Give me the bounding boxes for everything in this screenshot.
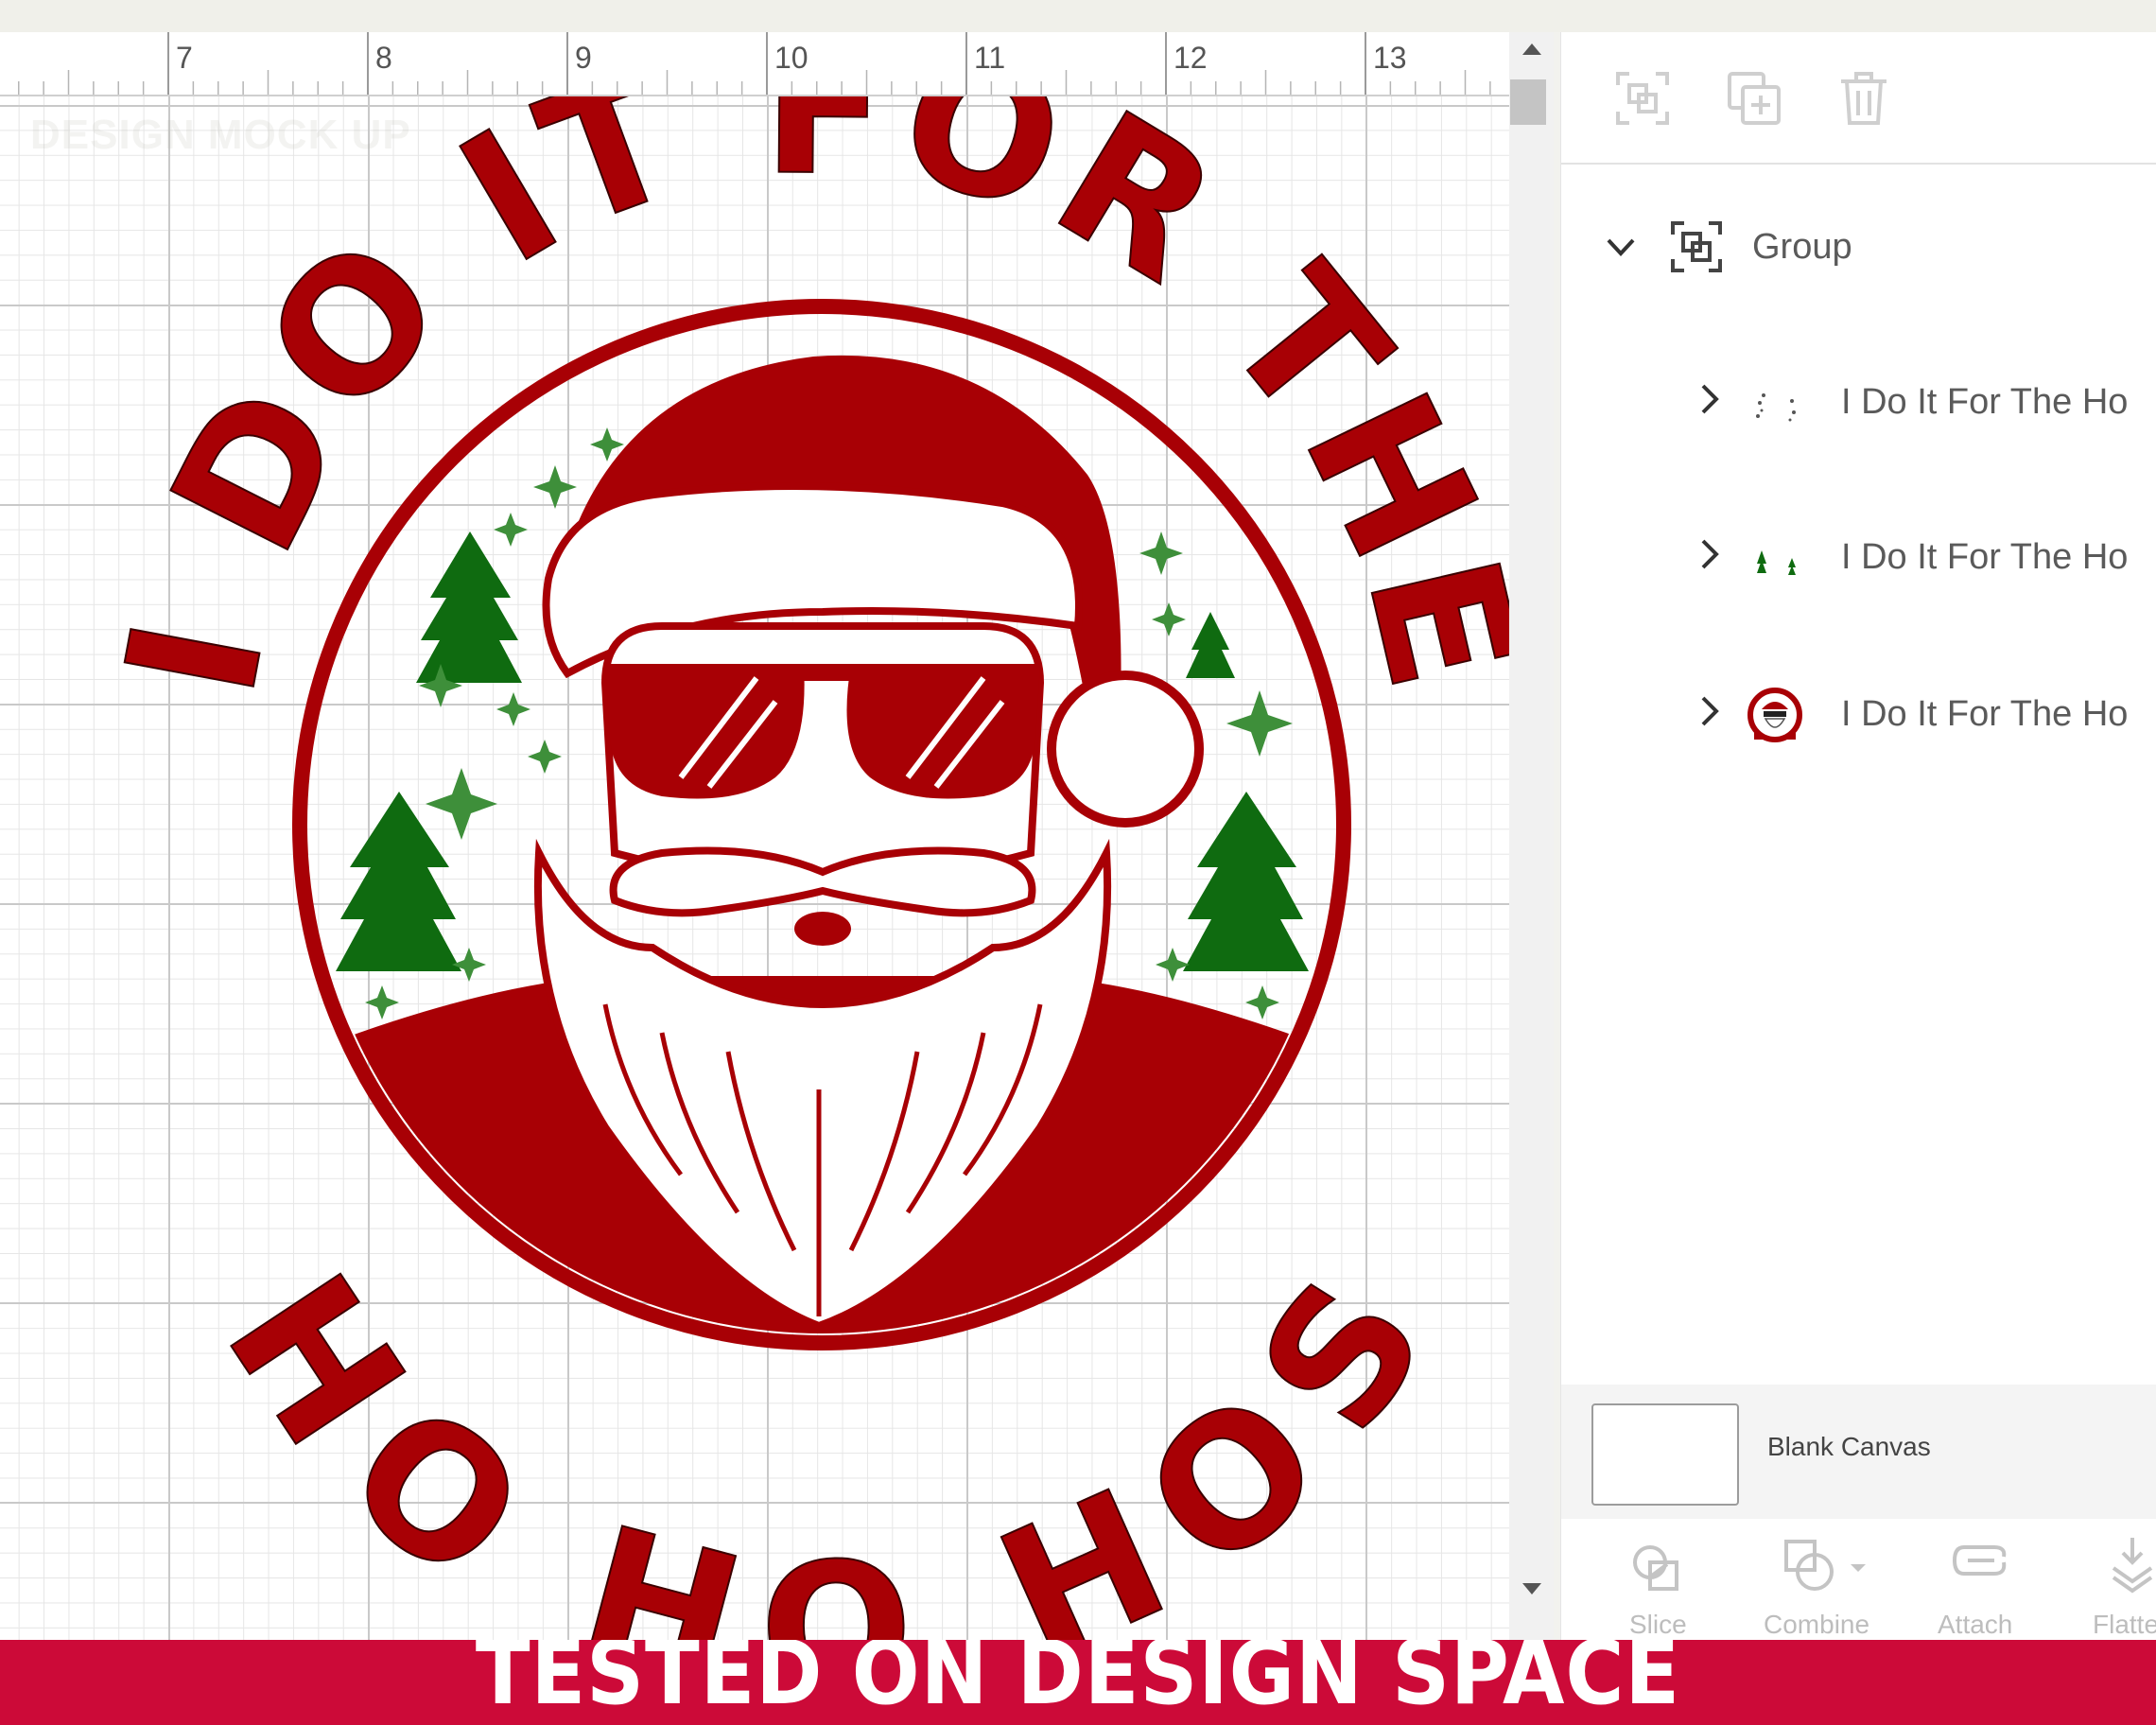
ruler-number-8: 8 — [375, 41, 392, 75]
group-label[interactable]: Group — [1752, 227, 1852, 268]
flatten-label[interactable]: Flatte — [2093, 1610, 2156, 1640]
slice-label[interactable]: Slice — [1629, 1610, 1687, 1640]
ruler-number-11: 11 — [974, 41, 1005, 75]
chevron-down-icon[interactable] — [1605, 236, 1637, 259]
santa-mouth — [794, 912, 851, 946]
design-canvas[interactable]: 7 8 9 10 11 12 13 DESIGN MOCK UP I DO IT… — [0, 32, 1554, 1640]
vertical-scrollbar[interactable] — [1509, 32, 1554, 1640]
hat-pompom — [1047, 671, 1204, 828]
top-strip — [0, 0, 2156, 32]
layers-panel: Group I Do It For The Ho I Do It For The… — [1560, 32, 2156, 1640]
group-layer-icon — [1671, 221, 1722, 272]
ruler-number-7: 7 — [176, 41, 193, 75]
chevron-right-icon[interactable] — [1699, 537, 1720, 571]
blank-canvas-swatch[interactable] — [1591, 1403, 1739, 1506]
chevron-right-icon[interactable] — [1699, 694, 1720, 728]
ruler-ticks: 7 8 9 10 11 12 13 — [18, 32, 1491, 95]
slice-icon[interactable] — [1629, 1542, 1686, 1598]
attach-label[interactable]: Attach — [1938, 1610, 2012, 1640]
horizontal-ruler: 7 8 9 10 11 12 13 — [0, 32, 1509, 96]
group-icon[interactable] — [1614, 70, 1671, 127]
blank-canvas-label: Blank Canvas — [1767, 1432, 1931, 1461]
ruler-number-12: 12 — [1174, 41, 1208, 75]
ruler-number-13: 13 — [1373, 41, 1407, 75]
combine-label[interactable]: Combine — [1764, 1610, 1869, 1640]
banner-text: TESTED ON DESIGN SPACE — [475, 1640, 1681, 1725]
delete-icon[interactable] — [1837, 70, 1890, 127]
scroll-up-arrow-icon[interactable] — [1522, 44, 1541, 55]
combine-icon[interactable] — [1782, 1538, 1873, 1594]
santa-design-thumbnail — [1747, 688, 1802, 742]
layer-label-2[interactable]: I Do It For The Ho — [1841, 537, 2128, 578]
bottom-toolbar: Slice Combine Attach Flatte — [1561, 1519, 2156, 1640]
chevron-right-icon[interactable] — [1699, 382, 1720, 416]
scrollbar-thumb[interactable] — [1510, 79, 1546, 125]
ruler-number-9: 9 — [575, 41, 592, 75]
flatten-icon[interactable] — [2110, 1534, 2156, 1594]
layer-label-1[interactable]: I Do It For The Ho — [1841, 382, 2128, 423]
blank-canvas-row[interactable]: Blank Canvas — [1561, 1385, 2156, 1519]
santa-artwork[interactable]: I DO IT FOR THE HO HO HOS — [0, 96, 1509, 1640]
promo-banner: TESTED ON DESIGN SPACE — [0, 1640, 2156, 1725]
attach-icon[interactable] — [1951, 1543, 2011, 1581]
ruler-number-10: 10 — [774, 41, 808, 75]
scroll-down-arrow-icon[interactable] — [1522, 1583, 1541, 1594]
green-details-thumbnail — [1757, 550, 1796, 575]
panel-divider — [1561, 163, 2156, 165]
duplicate-icon[interactable] — [1726, 70, 1782, 127]
layer-label-3[interactable]: I Do It For The Ho — [1841, 694, 2128, 735]
white-sparkles-thumbnail — [1756, 393, 1796, 422]
